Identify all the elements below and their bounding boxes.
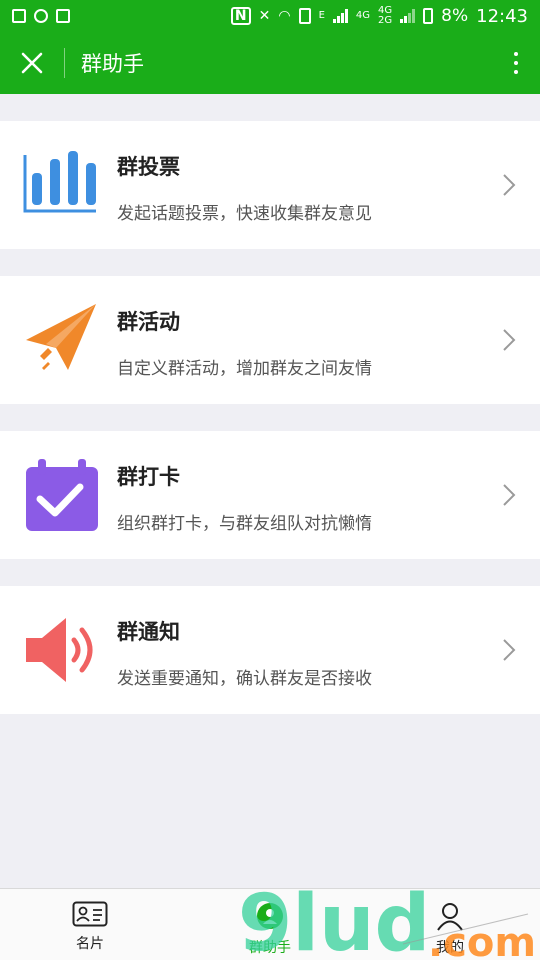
battery-percent: 8% [441, 6, 469, 26]
item-description: 自定义群活动，增加群友之间友情 [117, 359, 372, 379]
item-title: 群通知 [117, 620, 180, 644]
group-vote-item[interactable]: 群投票 发起话题投票，快速收集群友意见 [0, 121, 540, 249]
helper-icon [257, 903, 283, 929]
group-checkin-item[interactable]: 群打卡 组织群打卡，与群友组队对抗懒惰 [0, 431, 540, 559]
wifi-icon: ◠ [278, 8, 291, 24]
nav-item-card[interactable]: 名片 [0, 889, 180, 960]
nav-label: 名片 [76, 936, 104, 952]
network-type-4g: 4G [355, 10, 371, 21]
network-type-stack: 4G [356, 11, 370, 21]
chevron-right-icon [503, 174, 516, 196]
calendar-check-icon [26, 459, 98, 531]
page-title: 群助手 [81, 52, 144, 76]
status-bar-right: N ✕ ◠ E 4G 4G 2G 8% 12:43 [230, 5, 528, 27]
sim-icon [298, 8, 311, 24]
item-description: 发起话题投票，快速收集群友意见 [117, 204, 372, 224]
group-activity-item[interactable]: 群活动 自定义群活动，增加群友之间友情 [0, 276, 540, 404]
status-bar: N ✕ ◠ E 4G 4G 2G 8% 12:43 [0, 0, 540, 32]
gallery-notification-icon [12, 9, 26, 23]
item-title: 群投票 [117, 155, 180, 179]
paper-plane-icon [26, 304, 96, 370]
chevron-right-icon [503, 484, 516, 506]
signal-icon [332, 9, 348, 23]
nav-item-helper[interactable]: 群助手 [180, 889, 360, 960]
group-notice-item[interactable]: 群通知 发送重要通知，确认群友是否接收 [0, 586, 540, 714]
network-type-stack-2: 4G 2G [378, 6, 392, 26]
app-notification-icon [34, 9, 48, 23]
more-vertical-icon-dot-2 [514, 61, 518, 65]
signal-icon-2 [400, 9, 416, 23]
person-icon [437, 903, 463, 931]
clock: 12:43 [476, 5, 528, 27]
bar-chart-icon [23, 151, 96, 213]
screenshot-notification-icon [56, 9, 70, 23]
nav-label: 我的 [436, 940, 464, 956]
mute-icon: ✕ [258, 8, 271, 24]
network-type-e: E [318, 10, 325, 21]
status-bar-left [12, 9, 70, 23]
chevron-right-icon [503, 639, 516, 661]
more-vertical-icon-dot-3 [514, 70, 518, 74]
more-button[interactable] [492, 32, 540, 94]
item-description: 组织群打卡，与群友组队对抗懒惰 [117, 514, 372, 534]
card-icon [72, 901, 108, 927]
network-type-2g: 2G [378, 15, 393, 26]
title-bar: 群助手 [0, 32, 540, 94]
more-vertical-icon-dot-1 [514, 52, 518, 56]
close-icon [21, 52, 43, 74]
speaker-icon [26, 618, 93, 682]
item-description: 发送重要通知，确认群友是否接收 [117, 669, 372, 689]
nav-label: 群助手 [249, 940, 291, 956]
nfc-icon: N [230, 7, 251, 25]
title-divider [64, 48, 65, 78]
item-title: 群活动 [117, 310, 180, 334]
item-title: 群打卡 [117, 465, 180, 489]
battery-icon [423, 8, 434, 24]
bottom-navigation: 名片 群助手 我的 [0, 888, 540, 960]
chevron-right-icon [503, 329, 516, 351]
close-button[interactable] [0, 32, 64, 94]
nav-item-me[interactable]: 我的 [360, 889, 540, 960]
